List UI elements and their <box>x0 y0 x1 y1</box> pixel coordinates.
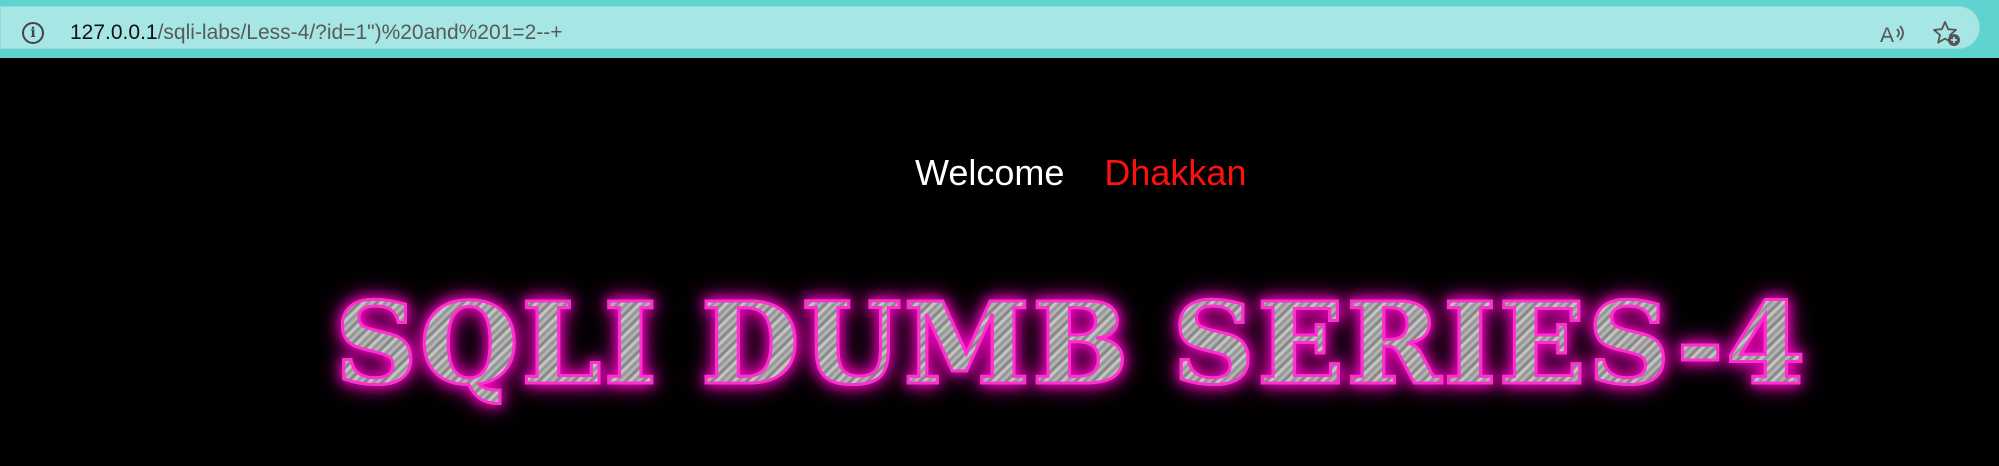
url-text[interactable]: 127.0.0.1/sqli-labs/Less-4/?id=1")%20and… <box>70 20 563 46</box>
url-host: 127.0.0.1 <box>70 21 158 44</box>
favorite-star-icon[interactable] <box>1932 20 1962 48</box>
info-icon[interactable]: i <box>22 22 44 44</box>
read-aloud-icon[interactable]: A <box>1878 21 1908 47</box>
url-path: /sqli-labs/Less-4/?id=1")%20and%201=2--+ <box>157 21 563 44</box>
title-banner: SQLI DUMB SERIES-4 <box>333 278 1835 411</box>
page-title: SQLI DUMB SERIES-4 <box>333 278 1808 411</box>
browser-toolbar: i 127.0.0.1/sqli-labs/Less-4/?id=1")%20a… <box>0 0 1999 58</box>
welcome-message: Welcome Dhakkan <box>915 152 1246 194</box>
welcome-label: Welcome <box>915 152 1065 193</box>
user-name: Dhakkan <box>1104 152 1247 193</box>
address-bar[interactable]: i 127.0.0.1/sqli-labs/Less-4/?id=1")%20a… <box>0 6 1980 49</box>
svg-text:A: A <box>1880 24 1894 47</box>
